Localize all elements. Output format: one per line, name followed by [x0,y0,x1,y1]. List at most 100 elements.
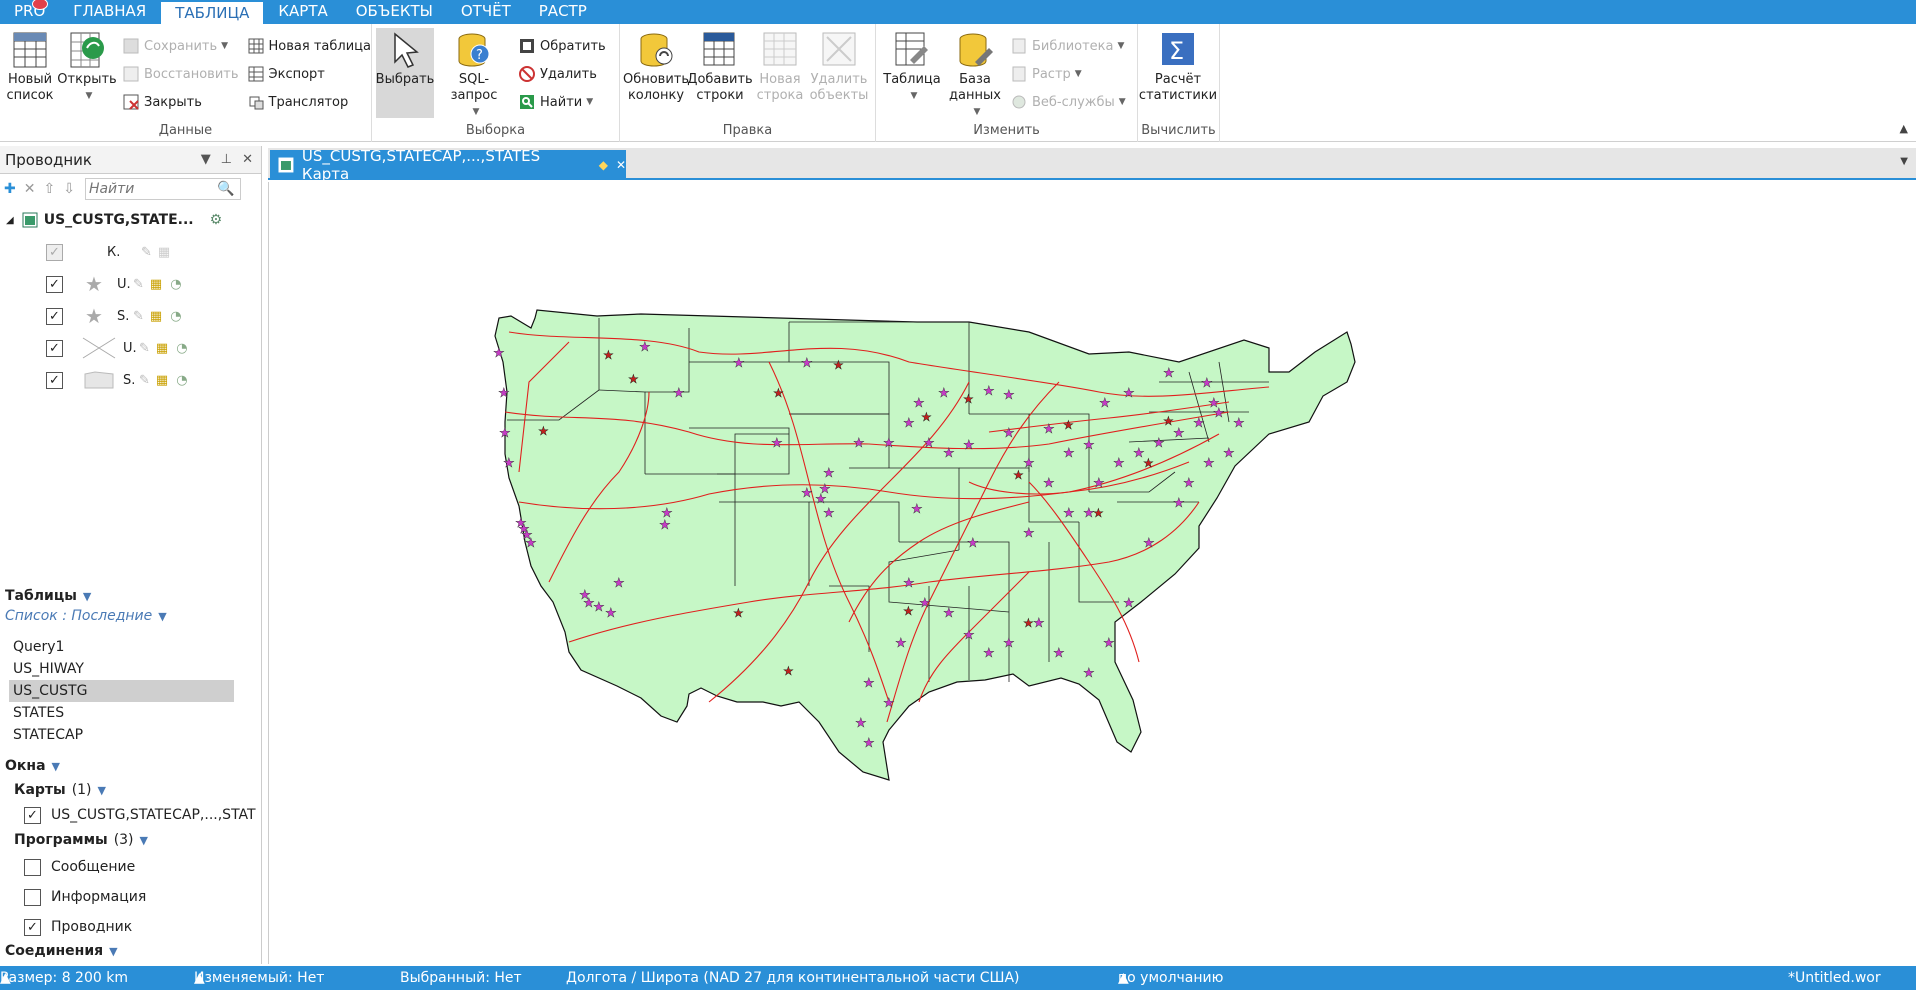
layer-row-custg[interactable]: ✓ ★ U. ✎ ▦ ◔ [0,268,261,300]
select-button[interactable]: Выбрать [376,28,434,118]
projection-status[interactable]: Долгота / Широта (NAD 27 для континентал… [566,966,1020,990]
map-window-checkbox[interactable]: ✓ [24,806,41,824]
tables-section-header[interactable]: Таблицы ▼ [0,584,262,608]
new-table-button[interactable]: Новая таблица [243,32,375,60]
export-button[interactable]: Экспорт [243,60,375,88]
customer-point: ★ [1099,396,1111,411]
edit-icon[interactable]: ✎ [133,309,144,324]
map-options-icon[interactable]: ⚙ [210,212,223,228]
map-window[interactable]: ★ ★ ★ ★ ★ ★ ★ ★ ★ ★ ★ ★ ★ ★ ★ ★ ★ ★ ★ ★ ★ ★ ★ ★ ★ ★ ★ ★ ★ ★ ★ ★ ★ ★ ★ ★ ★ ★ ★ ★… [268,182,1914,964]
customer-point: ★ [1003,636,1015,651]
layer-visibility-checkbox[interactable]: ✓ [46,371,63,389]
program-checkbox[interactable] [24,888,41,906]
remove-layer-icon[interactable]: ✕ [24,181,36,197]
tab-map[interactable]: КАРТА [264,0,341,24]
customer-point: ★ [801,486,813,501]
close-panel-icon[interactable]: ✕ [242,152,253,167]
edit-icon[interactable]: ✎ [133,277,144,292]
layer-row-states[interactable]: ✓ S. ✎ ▦ ◔ [0,364,261,396]
map-document-tab[interactable]: US_CUSTG,STATECAP,...,STATES Карта ◆ ✕ [270,147,626,183]
move-down-icon[interactable]: ⇩ [63,181,75,197]
tab-objects[interactable]: ОБЪЕКТЫ [342,0,447,24]
move-up-icon[interactable]: ⇧ [43,181,55,197]
customer-point: ★ [913,396,925,411]
program-checkbox[interactable] [24,858,41,876]
layer-visibility-checkbox[interactable]: ✓ [46,307,63,325]
delete-selection-button[interactable]: Удалить [514,60,610,88]
state-capital-point: ★ [1023,616,1034,630]
editable-status[interactable]: Изменяемый: Нет ▲ [194,966,324,990]
library-button[interactable]: Библиотека ▼ [1006,32,1130,60]
zoom-range-icon[interactable]: ◔ [170,309,181,324]
table-item-states[interactable]: STATES [0,702,262,724]
pin-icon[interactable]: ⊥ [221,152,232,167]
customer-point: ★ [1003,426,1015,441]
label-icon[interactable]: ▦ [156,373,168,388]
add-layer-icon[interactable]: ✚ [4,181,16,197]
zoom-range-icon[interactable]: ◔ [176,373,187,388]
tab-home[interactable]: ГЛАВНАЯ [59,0,160,24]
state-capital-point: ★ [833,358,844,372]
layer-visibility-checkbox[interactable]: ✓ [46,243,63,261]
program-item-message[interactable]: Сообщение [0,852,262,882]
layer-visibility-checkbox[interactable]: ✓ [46,339,63,357]
pin-tab-icon[interactable]: ◆ [599,158,608,172]
default-style-status[interactable]: по умолчанию ▲ [1118,966,1223,990]
program-item-info[interactable]: Информация [0,882,262,912]
search-input[interactable] [88,181,217,197]
translator-button[interactable]: Транслятор [243,88,375,116]
program-item-explorer[interactable]: ✓ Проводник [0,912,262,942]
tab-raster[interactable]: РАСТР [525,0,601,24]
tab-report[interactable]: ОТЧЁТ [447,0,525,24]
zoom-range-icon[interactable]: ◔ [176,341,187,356]
save-button[interactable]: Сохранить ▼ [118,32,243,60]
label-icon[interactable]: ▦ [150,277,162,292]
customer-point: ★ [498,386,510,401]
explorer-title: Проводник [5,150,92,169]
map-root-node[interactable]: ◢ US_CUSTG,STATE... ⚙ [0,204,261,236]
label-icon[interactable]: ▦ [150,309,162,324]
close-table-icon [123,94,139,110]
map-canvas[interactable]: ★ ★ ★ ★ ★ ★ ★ ★ ★ ★ ★ ★ ★ ★ ★ ★ ★ ★ ★ ★ ★ ★ ★ ★ ★ ★ ★ ★ ★ ★ ★ ★ ★ ★ ★ ★ ★ ★ ★ ★… [269,182,1915,964]
program-checkbox[interactable]: ✓ [24,918,41,936]
close-table-button[interactable]: Закрыть [118,88,243,116]
pro-menu[interactable]: PRO [0,0,59,24]
collapse-ribbon-icon[interactable]: ▲ [1900,122,1908,135]
edit-icon[interactable]: ✎ [139,373,150,388]
state-capital-point: ★ [783,664,794,678]
tab-table[interactable]: ТАБЛИЦА [160,1,265,24]
table-item-statecap[interactable]: STATECAP [0,724,262,746]
menu-bar: PRO ГЛАВНАЯ ТАБЛИЦА КАРТА ОБЪЕКТЫ ОТЧЁТ … [0,0,1916,24]
search-icon[interactable]: 🔍 [217,181,234,197]
label-icon[interactable]: ▦ [156,341,168,356]
restore-button[interactable]: Восстановить [118,60,243,88]
raster-button[interactable]: Растр ▼ [1006,60,1130,88]
find-button[interactable]: Найти ▼ [514,88,610,116]
webservices-button[interactable]: Веб-службы ▼ [1006,88,1130,116]
map-size-status[interactable]: Размер: 8 200 km ▲ [0,966,128,990]
layer-visibility-checkbox[interactable]: ✓ [46,275,63,293]
zoom-range-icon[interactable]: ◔ [170,277,181,292]
windows-section-header[interactable]: Окна ▼ [0,754,262,778]
invert-selection-button[interactable]: Обратить [514,32,610,60]
edit-icon[interactable]: ✎ [139,341,150,356]
programs-subsection[interactable]: Программы (3) ▼ [0,828,262,852]
table-item-us-custg[interactable]: US_CUSTG [9,680,234,702]
edit-icon[interactable]: ✎ [141,245,152,260]
tables-list-filter[interactable]: Список : Последние ▼ [0,608,262,630]
table-item-us-hiway[interactable]: US_HIWAY [0,658,262,680]
close-tab-icon[interactable]: ✕ [616,158,626,172]
new-table-icon [248,38,264,54]
table-item-query1[interactable]: Query1 [0,636,262,658]
layer-row-hiway[interactable]: ✓ U. ✎ ▦ ◔ [0,332,261,364]
panel-menu-icon[interactable]: ▼ [201,152,211,167]
raster-icon [1012,66,1026,82]
maps-subsection[interactable]: Карты (1) ▼ [0,778,262,802]
customer-point: ★ [1023,526,1035,541]
map-window-item[interactable]: ✓ US_CUSTG,STATECAP,...,STAT [0,802,262,828]
tab-list-dropdown-icon[interactable]: ▼ [1900,156,1908,167]
layer-row-cosmetic[interactable]: ✓ К. ✎ ▦ [0,236,261,268]
label-icon[interactable]: ▦ [158,245,170,260]
layer-row-statecap[interactable]: ✓ ★ S. ✎ ▦ ◔ [0,300,261,332]
connections-section-header[interactable]: Соединения ▼ [0,942,262,960]
